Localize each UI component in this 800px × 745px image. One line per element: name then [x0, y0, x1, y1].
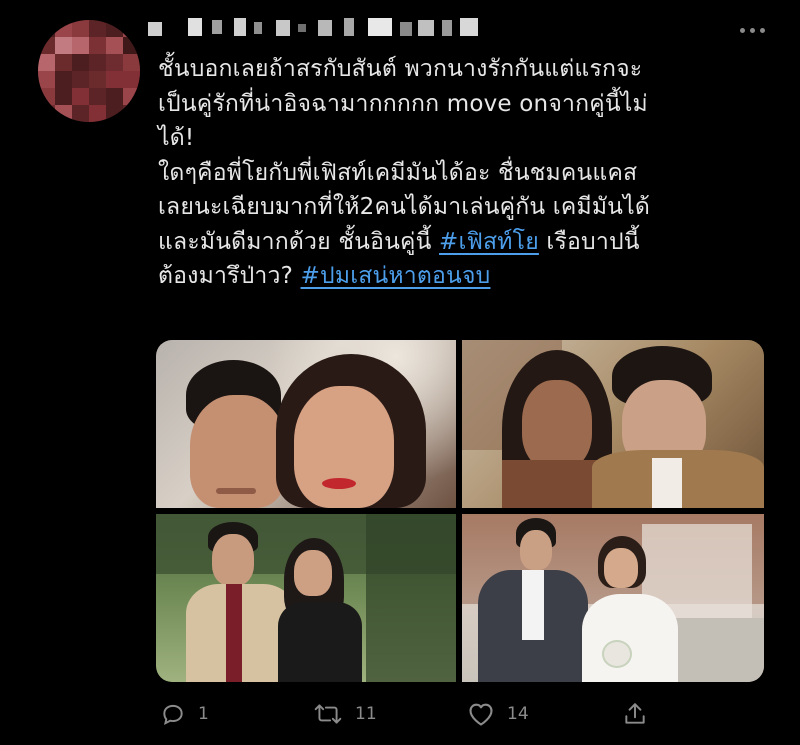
avatar-pixel — [38, 20, 56, 38]
tweet-line-text: ต้องมารึป่าว? — [158, 263, 301, 289]
tweet-line: ชั้นบอกเลยถ้าสรกับสันต์ พวกนางรักกันแต่แ… — [158, 56, 643, 82]
avatar-pixel — [106, 54, 124, 72]
hashtag-link[interactable]: #เฟิสท์โย — [439, 229, 539, 255]
avatar-pixel — [106, 105, 124, 122]
like-button[interactable]: 14 — [467, 696, 529, 732]
avatar-pixel — [55, 105, 73, 122]
avatar-pixel — [106, 37, 124, 55]
tweet-actions: 1 11 14 — [156, 696, 676, 732]
heart-icon — [467, 701, 495, 727]
tweet-line-text: และมันดีมากด้วย ชั้นอินคู่นี้ — [158, 228, 440, 255]
avatar-pixel — [72, 20, 90, 38]
retweet-count: 11 — [355, 704, 377, 724]
avatar-pixel — [55, 20, 73, 38]
dot — [759, 27, 765, 33]
avatar-pixel — [55, 54, 73, 72]
tweet: ชั้นบอกเลยถ้าสรกับสันต์ พวกนางรักกันแต่แ… — [0, 0, 800, 745]
media-grid — [156, 340, 764, 682]
avatar-pixel — [38, 54, 56, 72]
reply-button[interactable]: 1 — [160, 696, 209, 732]
share-button[interactable] — [622, 696, 648, 732]
avatar-pixel — [123, 20, 140, 38]
tweet-line: ใดๆคือพี่โยกับพี่เฟิสท์เคมีมันได้อะ ชื่น… — [158, 159, 638, 186]
tweet-line: เลยนะเฉียบมากที่ให้2คนได้มาเล่นคู่กัน เค… — [158, 194, 651, 220]
avatar-pixel — [106, 20, 124, 38]
avatar-pixel — [89, 71, 107, 89]
avatar-pixel — [55, 37, 73, 55]
avatar-pixel — [38, 88, 56, 106]
avatar-pixel — [55, 71, 73, 89]
avatar-pixel — [89, 105, 107, 122]
avatar-pixel — [38, 37, 56, 55]
avatar-pixel — [123, 105, 140, 122]
avatar-pixel — [89, 37, 107, 55]
dot — [739, 27, 745, 33]
avatar[interactable] — [38, 20, 140, 122]
dot — [749, 27, 755, 33]
media-photo[interactable] — [462, 340, 764, 508]
tweet-line: ได้! — [158, 125, 195, 151]
avatar-pixel — [72, 37, 90, 55]
media-photo[interactable] — [156, 514, 456, 682]
share-icon — [622, 701, 648, 727]
avatar-pixel — [72, 88, 90, 106]
author-name-obscured[interactable] — [148, 14, 568, 42]
more-icon[interactable] — [732, 18, 772, 42]
media-photo[interactable] — [156, 340, 456, 508]
tweet-line-with-hashtag: ต้องมารึป่าว? #ปมเสน่หาตอนจบ — [158, 259, 770, 294]
avatar-pixel — [106, 88, 124, 106]
avatar-pixel — [106, 71, 124, 89]
avatar-pixel — [38, 105, 56, 122]
avatar-pixel — [123, 71, 140, 89]
avatar-pixel — [123, 37, 140, 55]
avatar-pixel — [72, 105, 90, 122]
avatar-pixel — [55, 88, 73, 106]
avatar-pixel — [123, 88, 140, 106]
retweet-button[interactable]: 11 — [313, 696, 377, 732]
like-count: 14 — [507, 704, 529, 724]
tweet-text: ชั้นบอกเลยถ้าสรกับสันต์ พวกนางรักกันแต่แ… — [158, 52, 770, 294]
reply-count: 1 — [198, 704, 209, 724]
retweet-icon — [313, 701, 343, 727]
avatar-pixel — [89, 20, 107, 38]
avatar-pixel — [89, 88, 107, 106]
tweet-line-text: เรือบาปนี้ — [538, 228, 640, 255]
avatar-pixel — [38, 71, 56, 89]
avatar-pixel — [123, 54, 140, 72]
tweet-line-with-hashtag: และมันดีมากด้วย ชั้นอินคู่นี้ #เฟิสท์โย … — [158, 225, 770, 260]
reply-icon — [160, 701, 186, 727]
hashtag-link[interactable]: #ปมเสน่หาตอนจบ — [301, 263, 491, 289]
avatar-pixel — [89, 54, 107, 72]
avatar-pixel — [72, 54, 90, 72]
avatar-pixel — [72, 71, 90, 89]
media-photo[interactable] — [462, 514, 764, 682]
tweet-line: เป็นคู่รักที่น่าอิจฉามากกกกก move onจากค… — [158, 90, 648, 117]
